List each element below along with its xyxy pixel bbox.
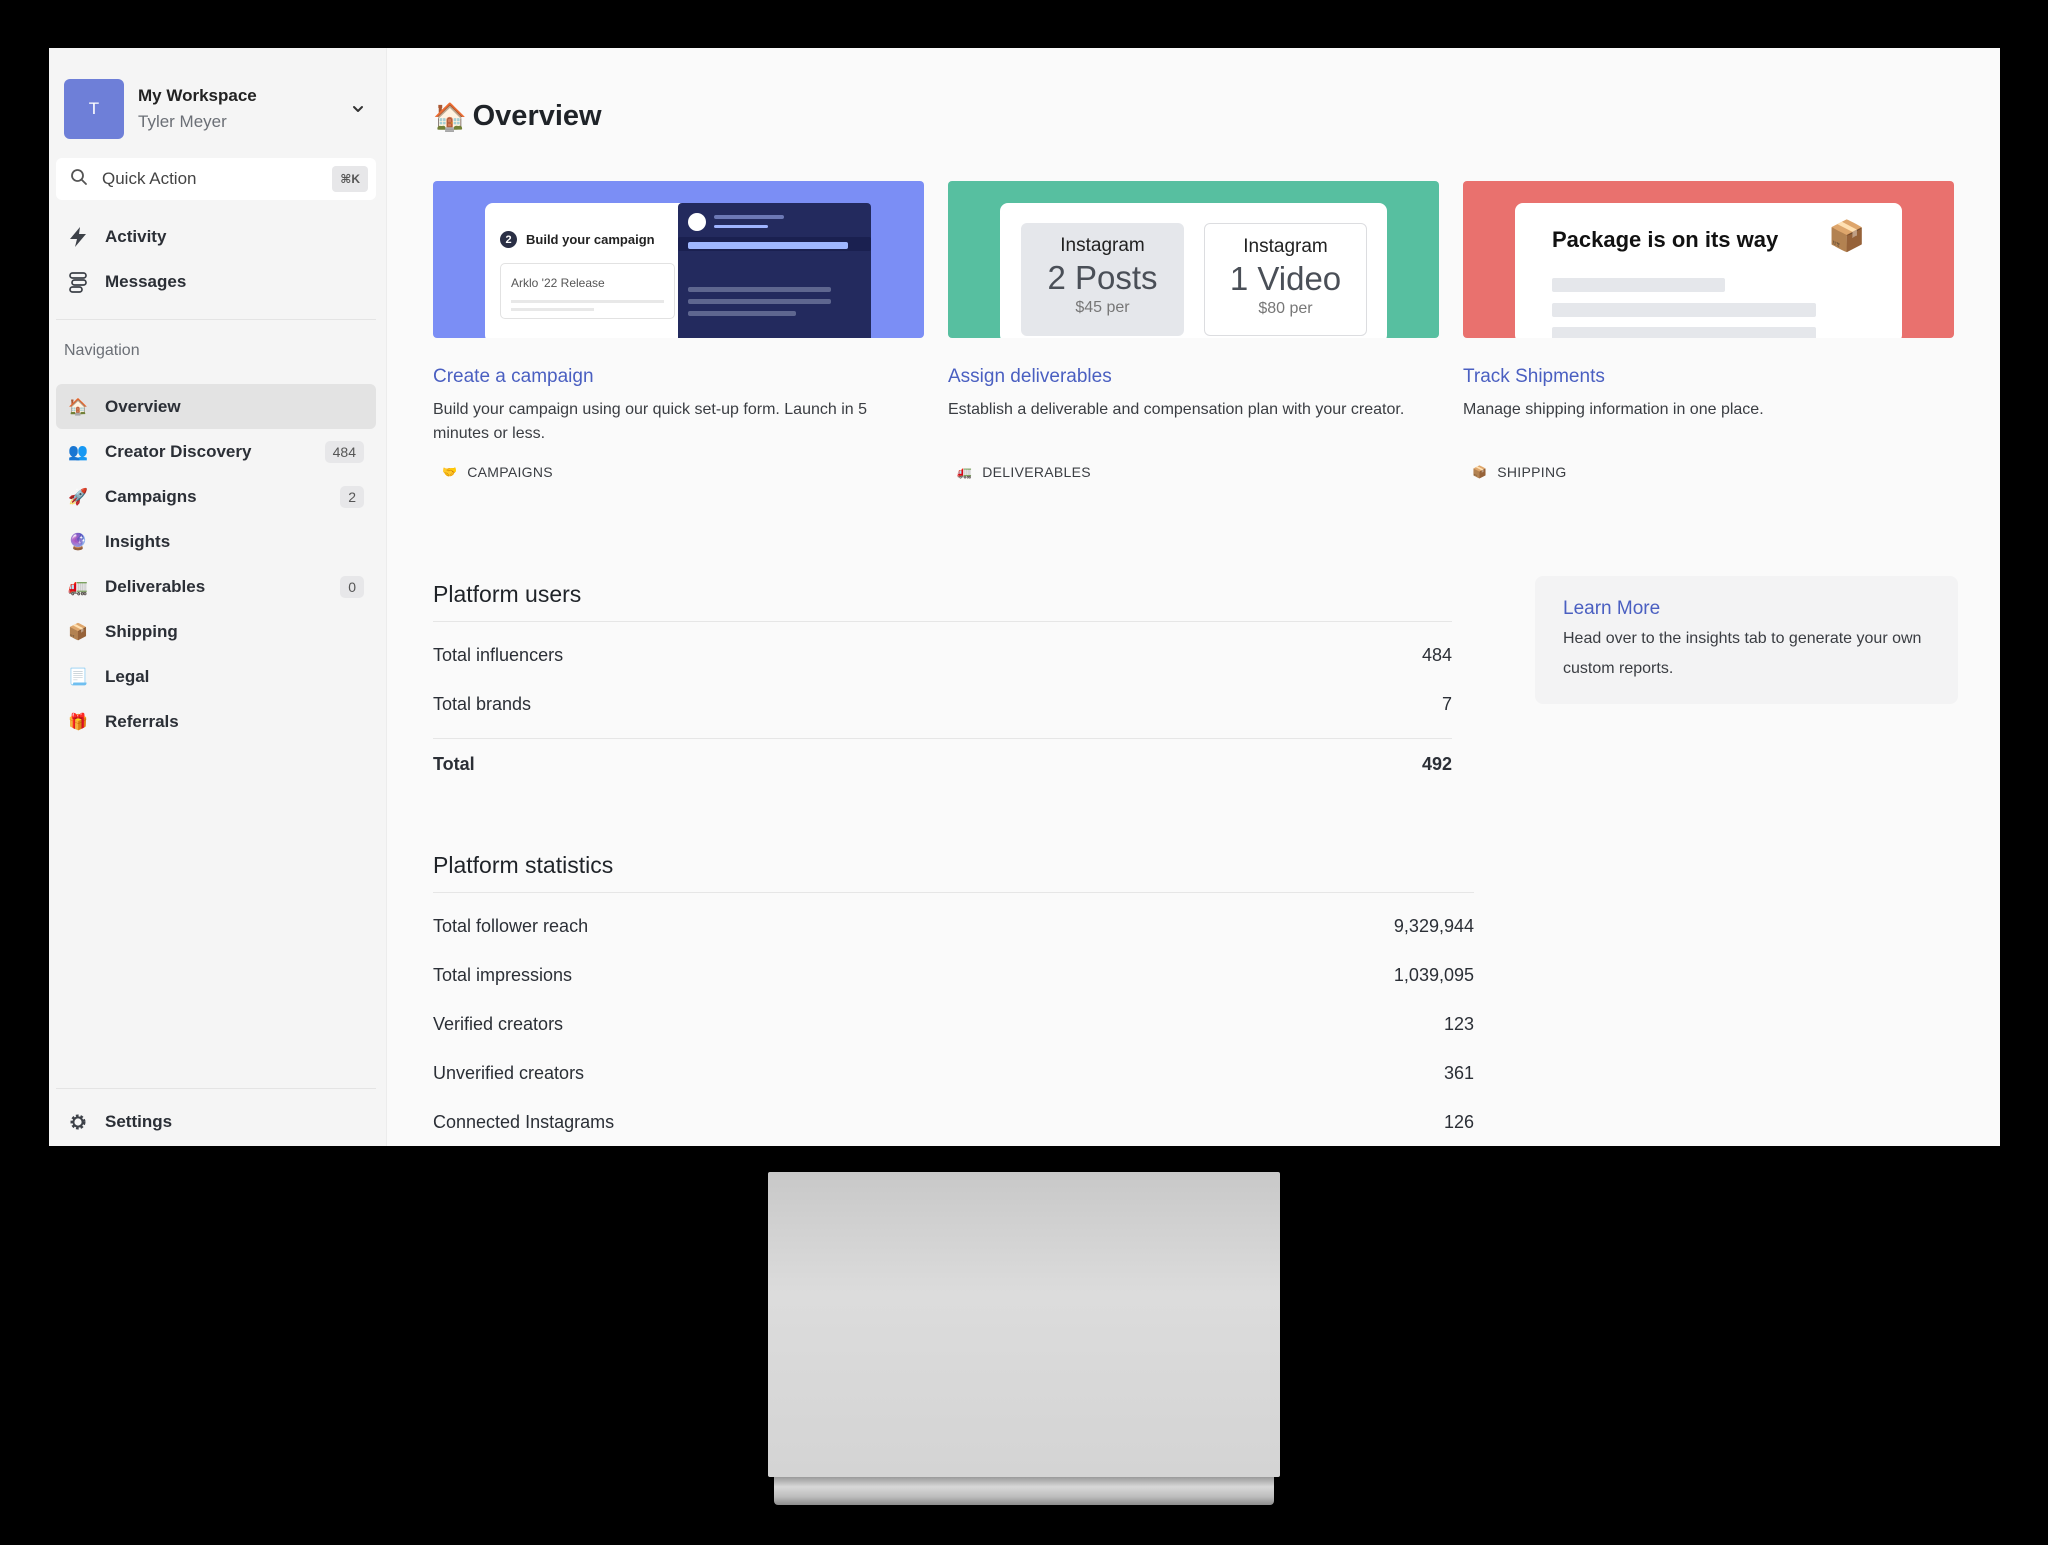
platform-statistics-title: Platform statistics bbox=[433, 852, 614, 878]
app-window: T My Workspace Tyler Meyer Quick Action … bbox=[49, 48, 2000, 1146]
divider bbox=[433, 892, 1474, 893]
messages-icon bbox=[66, 270, 90, 294]
table-row: Connected Instagrams 126 bbox=[433, 1112, 1474, 1132]
card-create-campaign[interactable]: 2 Build your campaign Arklo '22 Release bbox=[433, 181, 924, 480]
shipping-banner: Package is on its way 📦 bbox=[1463, 181, 1954, 338]
table-row: Total impressions 1,039,095 bbox=[433, 965, 1474, 985]
learn-more-link[interactable]: Learn More bbox=[1563, 598, 1930, 620]
card-title[interactable]: Create a campaign bbox=[433, 366, 924, 388]
table-row: Verified creators 123 bbox=[433, 1014, 1474, 1034]
learn-more-panel: Learn More Head over to the insights tab… bbox=[1535, 576, 1958, 704]
divider bbox=[433, 621, 1452, 622]
count-badge: 2 bbox=[340, 485, 364, 508]
gear-icon bbox=[66, 1110, 90, 1134]
sidebar-item-messages[interactable]: Messages bbox=[56, 259, 376, 304]
deliverable-box: Instagram 2 Posts $45 per bbox=[1021, 223, 1184, 336]
card-tag: 🚛 DELIVERABLES bbox=[957, 464, 1091, 480]
top-nav: Activity Messages bbox=[56, 214, 376, 304]
main-content: 🏠 Overview 2 Build your campaign Arklo '… bbox=[387, 48, 2000, 1146]
rocket-icon: 🚀 bbox=[68, 488, 88, 506]
sidebar-divider bbox=[56, 319, 376, 320]
sidebar-item-overview[interactable]: 🏠 Overview bbox=[56, 384, 376, 429]
divider bbox=[433, 738, 1452, 739]
shortcut-badge: ⌘K bbox=[332, 166, 368, 192]
handshake-icon: 🤝 bbox=[442, 465, 458, 479]
form-field-preview: Arklo '22 Release bbox=[500, 263, 675, 319]
workspace-name: My Workspace bbox=[138, 86, 257, 105]
step-label: Build your campaign bbox=[526, 232, 655, 247]
truck-icon: 🚛 bbox=[68, 578, 88, 596]
card-tag: 🤝 CAMPAIGNS bbox=[442, 464, 553, 480]
table-row: Unverified creators 361 bbox=[433, 1063, 1474, 1083]
card-description: Manage shipping information in one place… bbox=[1463, 401, 1764, 418]
card-track-shipments[interactable]: Package is on its way 📦 Track Shipments … bbox=[1463, 181, 1954, 480]
sidebar-divider bbox=[56, 1088, 376, 1089]
card-description: Establish a deliverable and compensation… bbox=[948, 401, 1405, 418]
campaign-form-preview: 2 Build your campaign Arklo '22 Release bbox=[485, 203, 690, 338]
sidebar-item-settings[interactable]: Settings bbox=[56, 1099, 376, 1144]
house-icon: 🏠 bbox=[68, 398, 88, 416]
workspace-avatar: T bbox=[64, 79, 124, 139]
total-row: Total 492 bbox=[433, 754, 1452, 774]
sidebar-item-shipping[interactable]: 📦 Shipping bbox=[56, 609, 376, 654]
card-tag: 📦 SHIPPING bbox=[1472, 464, 1567, 480]
workspace-user: Tyler Meyer bbox=[138, 112, 227, 131]
truck-icon: 🚛 bbox=[957, 465, 973, 479]
package-icon: 📦 bbox=[1828, 220, 1866, 253]
card-title[interactable]: Assign deliverables bbox=[948, 366, 1439, 388]
sidebar-item-insights[interactable]: 🔮 Insights bbox=[56, 519, 376, 564]
search-icon bbox=[70, 168, 88, 191]
sidebar-item-campaigns[interactable]: 🚀 Campaigns 2 bbox=[56, 474, 376, 519]
monitor-stand bbox=[768, 1172, 1280, 1477]
step-number: 2 bbox=[500, 231, 517, 248]
monitor-stand-base bbox=[774, 1477, 1274, 1505]
sidebar: T My Workspace Tyler Meyer Quick Action … bbox=[49, 48, 387, 1146]
page-title: 🏠 Overview bbox=[433, 100, 602, 132]
package-headline: Package is on its way bbox=[1552, 227, 1779, 252]
document-icon: 📃 bbox=[68, 668, 88, 686]
chevron-down-icon[interactable] bbox=[346, 97, 370, 121]
navigation-section-label: Navigation bbox=[64, 342, 140, 359]
bolt-icon bbox=[66, 225, 90, 249]
gift-icon: 🎁 bbox=[68, 713, 88, 731]
campaign-banner: 2 Build your campaign Arklo '22 Release bbox=[433, 181, 924, 338]
sidebar-item-creator-discovery[interactable]: 👥 Creator Discovery 484 bbox=[56, 429, 376, 474]
count-badge: 484 bbox=[324, 440, 364, 463]
platform-users-title: Platform users bbox=[433, 581, 582, 607]
table-row: Total influencers 484 bbox=[433, 645, 1452, 665]
card-title[interactable]: Track Shipments bbox=[1463, 366, 1954, 388]
sidebar-item-referrals[interactable]: 🎁 Referrals bbox=[56, 699, 376, 744]
sidebar-item-legal[interactable]: 📃 Legal bbox=[56, 654, 376, 699]
dark-panel-preview bbox=[678, 203, 871, 338]
main-nav: 🏠 Overview 👥 Creator Discovery 484 🚀 Cam… bbox=[56, 384, 376, 744]
quick-action-button[interactable]: Quick Action ⌘K bbox=[56, 158, 376, 200]
crystal-ball-icon: 🔮 bbox=[68, 533, 88, 551]
learn-more-text: Head over to the insights tab to generat… bbox=[1563, 630, 1922, 677]
table-row: Total follower reach 9,329,944 bbox=[433, 916, 1474, 936]
sidebar-item-deliverables[interactable]: 🚛 Deliverables 0 bbox=[56, 564, 376, 609]
settings-area: Settings bbox=[56, 1099, 376, 1144]
house-icon: 🏠 bbox=[433, 101, 467, 132]
card-description: Build your campaign using our quick set-… bbox=[433, 401, 868, 442]
card-assign-deliverables[interactable]: Instagram 2 Posts $45 per Instagram 1 Vi… bbox=[948, 181, 1439, 480]
table-row: Total brands 7 bbox=[433, 694, 1452, 714]
workspace-switcher[interactable]: T My Workspace Tyler Meyer bbox=[64, 79, 374, 139]
people-icon: 👥 bbox=[68, 443, 88, 461]
count-badge: 0 bbox=[340, 575, 364, 598]
package-icon: 📦 bbox=[68, 623, 88, 641]
quick-action-label: Quick Action bbox=[102, 169, 197, 188]
deliverable-box: Instagram 1 Video $80 per bbox=[1204, 223, 1367, 336]
package-icon: 📦 bbox=[1472, 465, 1488, 479]
sidebar-item-activity[interactable]: Activity bbox=[56, 214, 376, 259]
deliverables-banner: Instagram 2 Posts $45 per Instagram 1 Vi… bbox=[948, 181, 1439, 338]
